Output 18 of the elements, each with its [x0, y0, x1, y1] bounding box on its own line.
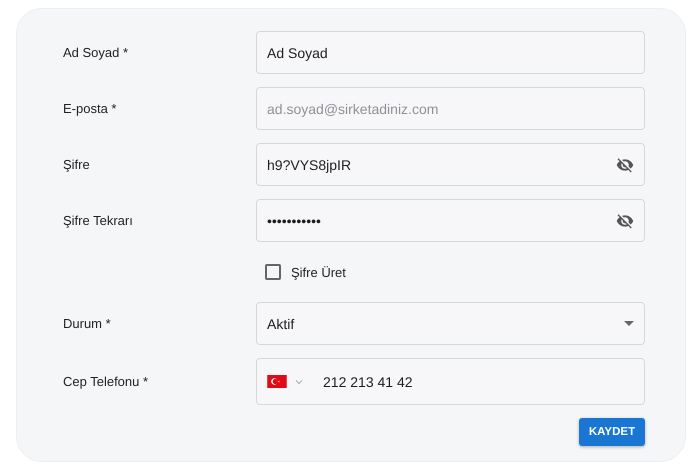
checkbox-label: Şifre Üret [291, 264, 346, 280]
checkbox[interactable] [265, 264, 281, 280]
field-label: Durum * [63, 316, 112, 331]
field-label: E-posta * [63, 101, 118, 116]
save-button[interactable]: KAYDET [579, 418, 645, 446]
password-field[interactable]: ••••••••••• [256, 199, 645, 242]
turkey-flag-icon[interactable] [267, 375, 287, 388]
field-label: Şifre [63, 157, 91, 172]
password-field[interactable]: h9?VYS8jpIR [256, 143, 645, 186]
phone-field[interactable]: 212 213 41 42 [256, 358, 645, 405]
eye-off-icon[interactable] [616, 156, 634, 174]
field-label: Ad Soyad * [63, 45, 130, 60]
field-label: Cep Telefonu * [63, 374, 150, 389]
select-field[interactable]: Aktif [256, 302, 645, 345]
dropdown-caret-icon[interactable] [624, 321, 634, 326]
field-label: Şifre Tekrarı [63, 213, 134, 228]
input-field[interactable]: Ad Soyad [256, 31, 645, 74]
eye-off-icon[interactable] [616, 212, 634, 230]
